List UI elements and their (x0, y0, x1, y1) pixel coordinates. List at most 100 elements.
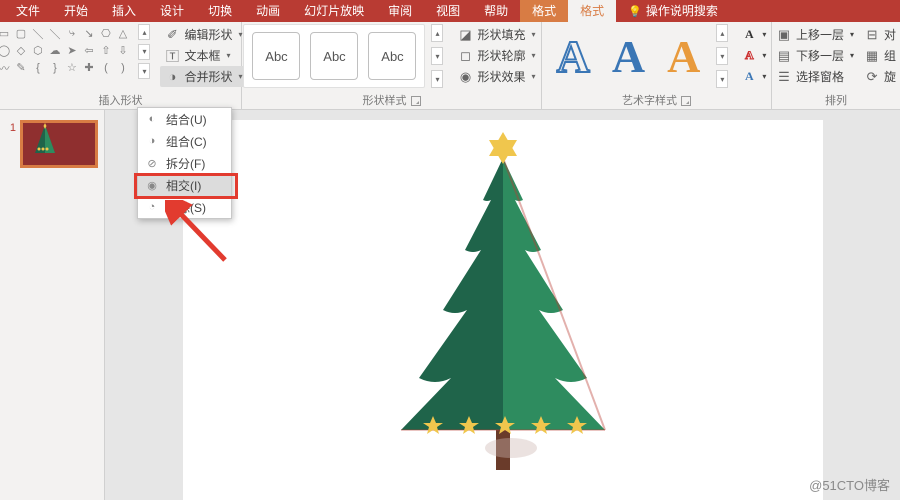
text-fill-button[interactable]: A▾ (740, 24, 766, 45)
tab-transition[interactable]: 切换 (196, 0, 244, 22)
wordart-preset-2[interactable]: A (612, 30, 645, 83)
selection-pane-label: 选择窗格 (796, 68, 844, 85)
shape-star-icon[interactable]: ☆ (64, 60, 79, 75)
shape-downarr-icon[interactable]: ⇩ (115, 43, 130, 58)
merge-shapes-button[interactable]: ◑ 合并形状 (160, 66, 246, 87)
text-outline-button[interactable]: A▾ (740, 45, 766, 66)
bring-forward-button[interactable]: ▣ 上移一层▾ (776, 24, 854, 45)
tab-slideshow[interactable]: 幻灯片放映 (292, 0, 376, 22)
tab-insert[interactable]: 插入 (100, 0, 148, 22)
shape-arrow-icon[interactable]: ↘ (81, 26, 96, 41)
watermark: @51CTO博客 (809, 475, 890, 494)
style-preset-3[interactable]: Abc (368, 32, 416, 80)
shape-style-gallery[interactable]: Abc Abc Abc (243, 24, 425, 88)
thumb-tree-icon (31, 123, 59, 161)
merge-shapes-label: 合并形状 (184, 68, 232, 85)
send-backward-label: 下移一层 (796, 47, 844, 64)
rotate-button[interactable]: ⟳ 旋 (864, 66, 896, 87)
style-preset-2[interactable]: Abc (310, 32, 358, 80)
text-box-label: 文本框 (184, 47, 220, 64)
shape-cloud-icon[interactable]: ☁ (47, 43, 62, 58)
group-button[interactable]: ▦ 组 (864, 45, 896, 66)
arrange-col-1: ▣ 上移一层▾ ▤ 下移一层▾ ☰ 选择窗格 (776, 24, 854, 87)
shape-callout-icon[interactable]: ⎔ (98, 26, 113, 41)
shape-chevron-icon[interactable]: ➤ (64, 43, 79, 58)
shape-fill-button[interactable]: ◪ 形状填充 (453, 24, 539, 45)
shape-plus-icon[interactable]: ✚ (81, 60, 96, 75)
shape-line2-icon[interactable]: ＼ (47, 26, 62, 41)
shape-outline-icon: ◻ (457, 48, 473, 64)
merge-combine-item[interactable]: ◑ 组合(C) (138, 130, 231, 152)
shape-rrect-icon[interactable]: ▢ (13, 26, 28, 41)
rotate-label: 旋 (884, 68, 896, 85)
shape-line-icon[interactable]: ＼ (30, 26, 45, 41)
style-preset-1[interactable]: Abc (252, 32, 300, 80)
shapes-gallery-more-button[interactable]: ▾ (138, 63, 150, 79)
shape-curve-icon[interactable]: 〰 (0, 60, 11, 75)
merge-subtract-label: 剪除(S) (166, 199, 206, 216)
send-backward-button[interactable]: ▤ 下移一层▾ (776, 45, 854, 66)
slide[interactable] (183, 120, 823, 500)
style-gallery-down[interactable]: ▾ (431, 47, 443, 65)
slide-thumbnail-1[interactable] (20, 120, 98, 168)
shape-brace2-icon[interactable]: } (47, 60, 62, 75)
tab-animation[interactable]: 动画 (244, 0, 292, 22)
group-wordart-label: 艺术字样式 (622, 93, 677, 109)
shape-freeform-icon[interactable]: ✎ (13, 60, 28, 75)
tab-review[interactable]: 审阅 (376, 0, 424, 22)
shapes-gallery-down-button[interactable]: ▾ (138, 44, 150, 60)
edit-shape-button[interactable]: ✐ 编辑形状 (160, 24, 246, 45)
merge-intersect-item[interactable]: ◉ 相交(I) (138, 174, 231, 196)
shape-triangle-icon[interactable]: △ (115, 26, 130, 41)
shape-diamond-icon[interactable]: ◇ (13, 43, 28, 58)
group-label: 组 (884, 47, 896, 64)
shapes-gallery-up-button[interactable]: ▴ (138, 24, 150, 40)
shape-uparr-icon[interactable]: ⇧ (98, 43, 113, 58)
shape-rect-icon[interactable]: ▭ (0, 26, 11, 41)
align-button[interactable]: ⊟ 对 (864, 24, 896, 45)
tell-me-search[interactable]: 操作说明搜索 (616, 0, 730, 22)
text-effects-button[interactable]: A▾ (740, 66, 766, 87)
selection-pane-button[interactable]: ☰ 选择窗格 (776, 66, 854, 87)
tab-design[interactable]: 设计 (148, 0, 196, 22)
christmas-tree-shape[interactable] (373, 130, 633, 470)
text-box-button[interactable]: 🅃 文本框 (160, 45, 246, 66)
style-gallery-more[interactable]: ▾ (431, 70, 443, 88)
wordart-launcher[interactable] (681, 96, 691, 106)
shape-bracket-icon[interactable]: ( (98, 60, 113, 75)
wordart-gallery-down[interactable]: ▾ (716, 47, 728, 65)
merge-intersect-label: 相交(I) (166, 177, 201, 194)
selection-pane-icon: ☰ (776, 69, 792, 85)
shape-elbow-icon[interactable]: ⤷ (64, 26, 79, 41)
tab-file[interactable]: 文件 (4, 0, 52, 22)
tab-view[interactable]: 视图 (424, 0, 472, 22)
style-gallery-up[interactable]: ▴ (431, 24, 443, 42)
wordart-preset-1[interactable]: A (557, 30, 590, 83)
shape-oval-icon[interactable]: ◯ (0, 43, 11, 58)
shape-effects-button[interactable]: ◉ 形状效果 (453, 66, 539, 87)
shape-effects-label: 形状效果 (477, 68, 525, 85)
merge-fragment-label: 拆分(F) (166, 155, 205, 172)
wordart-gallery-more[interactable]: ▾ (716, 70, 728, 88)
wordart-gallery-up[interactable]: ▴ (716, 24, 728, 42)
tab-format-tools-1[interactable]: 格式 (520, 0, 568, 22)
shape-hex-icon[interactable]: ⬡ (30, 43, 45, 58)
tab-home[interactable]: 开始 (52, 0, 100, 22)
group-arrange-label: 排列 (825, 93, 847, 109)
shape-outline-button[interactable]: ◻ 形状轮廓 (453, 45, 539, 66)
shapes-gallery[interactable]: ▭ ▢ ＼ ＼ ⤷ ↘ ⎔ △ ◯ ◇ ⬡ ☁ ➤ ⇦ ⇧ ⇩ 〰 ✎ { } (0, 24, 132, 77)
merge-union-item[interactable]: ◐ 结合(U) (138, 108, 231, 130)
merge-fragment-item[interactable]: ⊘ 拆分(F) (138, 152, 231, 174)
shape-leftarr-icon[interactable]: ⇦ (81, 43, 96, 58)
shape-bracket2-icon[interactable]: ) (115, 60, 130, 75)
tab-help[interactable]: 帮助 (472, 0, 520, 22)
union-icon: ◐ (144, 111, 160, 127)
shape-styles-launcher[interactable] (411, 96, 421, 106)
tab-format-tools-2[interactable]: 格式 (568, 0, 616, 22)
group-wordart-styles: A A A ▴ ▾ ▾ A▾ A▾ A▾ 艺术字样式 (542, 22, 772, 109)
bring-forward-label: 上移一层 (796, 26, 844, 43)
merge-subtract-item[interactable]: ◔ 剪除(S) (138, 196, 231, 218)
wordart-gallery[interactable]: A A A (547, 24, 711, 88)
wordart-preset-3[interactable]: A (667, 30, 700, 83)
shape-brace-icon[interactable]: { (30, 60, 45, 75)
